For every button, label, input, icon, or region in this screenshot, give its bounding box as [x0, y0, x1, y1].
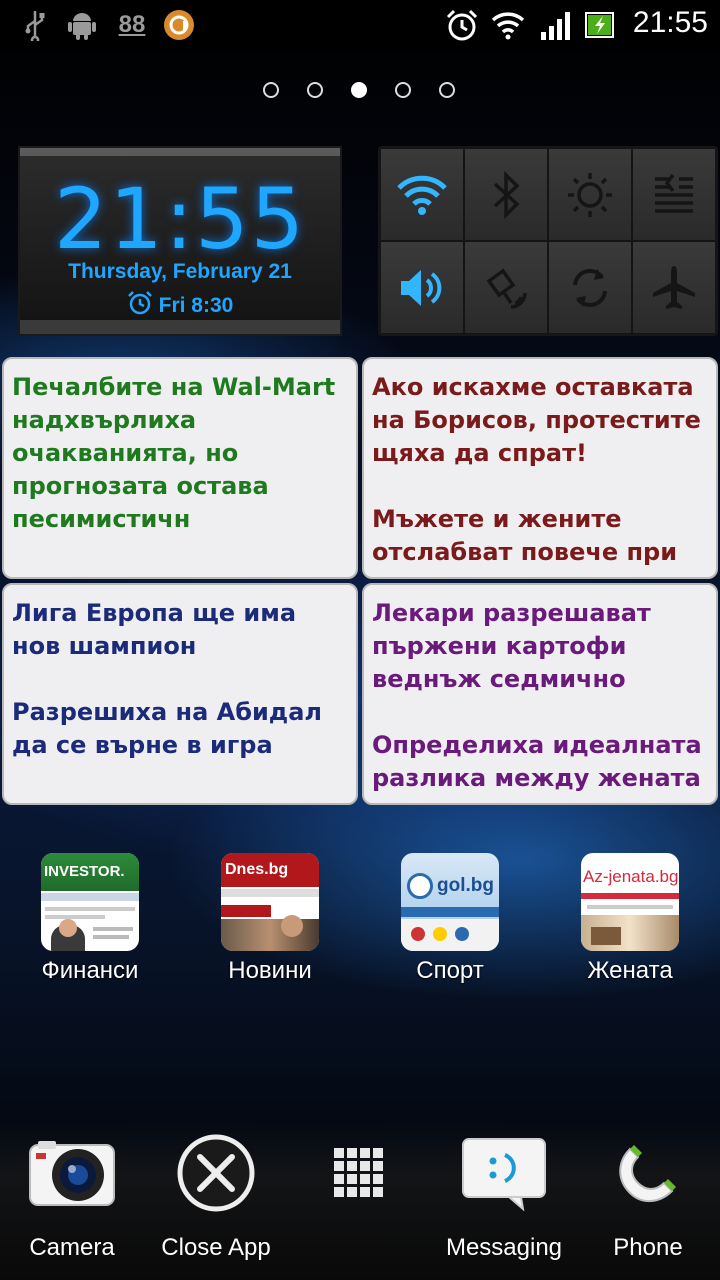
investor-site-thumbnail: INVESTOR. — [41, 853, 139, 951]
auto-rotate-toggle[interactable] — [548, 241, 632, 334]
gol-site-thumbnail: gol.bg — [401, 853, 499, 951]
news-headline: Ако искахме оставката на Борисов, протес… — [372, 373, 701, 467]
power-control-widget — [378, 146, 718, 336]
gps-icon — [486, 268, 527, 309]
status-time: 21:55 — [632, 6, 708, 39]
wifi-toggle[interactable] — [380, 148, 464, 241]
thumb-logo-text: Dnes.bg — [225, 861, 289, 878]
brightness-icon — [568, 172, 612, 217]
battery-charging-icon — [584, 8, 616, 42]
notification-count-icon: 88 — [118, 11, 146, 38]
sound-toggle[interactable] — [380, 241, 464, 334]
news-headline: Определиха идеалната разлика между женат… — [372, 731, 702, 803]
phone-icon — [603, 1128, 693, 1218]
bluetooth-toggle[interactable] — [464, 148, 548, 241]
wifi-icon — [397, 175, 447, 215]
airplane-mode-toggle[interactable] — [632, 241, 716, 334]
data-sync-icon — [655, 173, 693, 213]
clock-date: Thursday, February 21 — [68, 260, 292, 283]
auto-rotate-icon — [573, 268, 607, 307]
airplane-icon — [653, 265, 695, 309]
gps-toggle[interactable] — [464, 241, 548, 334]
news-headline: Разрешиха на Абидал да се върне в игра — [12, 698, 322, 759]
news-widget-sport[interactable]: Лига Европа ще има нов шампион Разрешиха… — [2, 583, 358, 805]
dock-label: Phone — [613, 1234, 683, 1261]
dock-phone[interactable]: Phone — [573, 1128, 720, 1262]
bluetooth-icon — [493, 170, 520, 219]
camera-icon — [27, 1128, 117, 1218]
app-shortcut-sport[interactable]: gol.bg Спорт — [370, 853, 530, 985]
alarm-time: Fri 8:30 — [158, 294, 234, 317]
data-sync-toggle[interactable] — [632, 148, 716, 241]
news-headline: Лекари разрешават пържени картофи веднъж… — [372, 599, 651, 693]
news-widget-women[interactable]: Лекари разрешават пържени картофи веднъж… — [362, 583, 718, 805]
dock-close-app[interactable]: Close App — [141, 1128, 291, 1262]
app-shortcut-women[interactable]: Az-jenata.bg Жената — [550, 853, 710, 985]
status-bar[interactable]: 88 21:55 — [0, 0, 720, 50]
dock-label: Close App — [161, 1234, 271, 1261]
app-drawer-icon — [314, 1128, 404, 1218]
thumb-logo-text: INVESTOR. — [44, 863, 125, 880]
page-dot-4 — [395, 82, 411, 98]
sound-icon — [401, 269, 442, 306]
clock-alarm: Fri 8:30 — [20, 290, 340, 322]
dnes-site-thumbnail: Dnes.bg — [221, 853, 319, 951]
app-label: Спорт — [416, 957, 484, 984]
usb-icon — [22, 8, 48, 42]
signal-icon — [538, 8, 572, 42]
clock-time: 21:55 — [53, 170, 307, 268]
messaging-icon — [459, 1128, 549, 1218]
page-dot-1 — [263, 82, 279, 98]
close-icon — [171, 1128, 261, 1218]
thumb-logo-text: Az-jenata.bg — [583, 867, 679, 886]
app-label: Новини — [228, 957, 312, 984]
news-widget-finance[interactable]: Печалбите на Wal-Mart надхвърлиха очаква… — [2, 357, 358, 579]
news-headline: Лига Европа ще има нов шампион — [12, 599, 297, 660]
app-shortcut-news[interactable]: Dnes.bg Новини — [190, 853, 350, 985]
brightness-toggle[interactable] — [548, 148, 632, 241]
dock-label: Messaging — [445, 1234, 563, 1261]
dock-messaging[interactable]: Messaging — [429, 1128, 579, 1262]
az-jenata-site-thumbnail: Az-jenata.bg — [581, 853, 679, 951]
news-headline: Печалбите на Wal-Mart надхвърлиха очаква… — [12, 373, 336, 533]
dock-label: Camera — [29, 1234, 115, 1261]
dock-app-drawer[interactable] — [284, 1128, 434, 1218]
alarm-clock-icon — [127, 290, 153, 322]
app-shortcut-finance[interactable]: INVESTOR. Финанси — [10, 853, 170, 985]
news-headline: Мъжете и жените отслабват повече при — [372, 505, 678, 566]
clock-widget[interactable]: 21:55 Thursday, February 21 Fri 8:30 — [20, 148, 340, 334]
alarm-icon — [444, 8, 480, 42]
app-label: Жената — [587, 957, 673, 984]
android-debug-icon — [66, 8, 98, 42]
page-dot-5 — [439, 82, 455, 98]
page-dot-2 — [307, 82, 323, 98]
app-notification-icon — [162, 8, 196, 42]
page-dot-3-active — [351, 82, 367, 98]
app-label: Финанси — [41, 957, 139, 984]
news-widget-news[interactable]: Ако искахме оставката на Борисов, протес… — [362, 357, 718, 579]
thumb-logo-text: gol.bg — [437, 875, 494, 896]
dock-camera[interactable]: Camera — [0, 1128, 147, 1262]
wifi-icon — [490, 8, 526, 42]
